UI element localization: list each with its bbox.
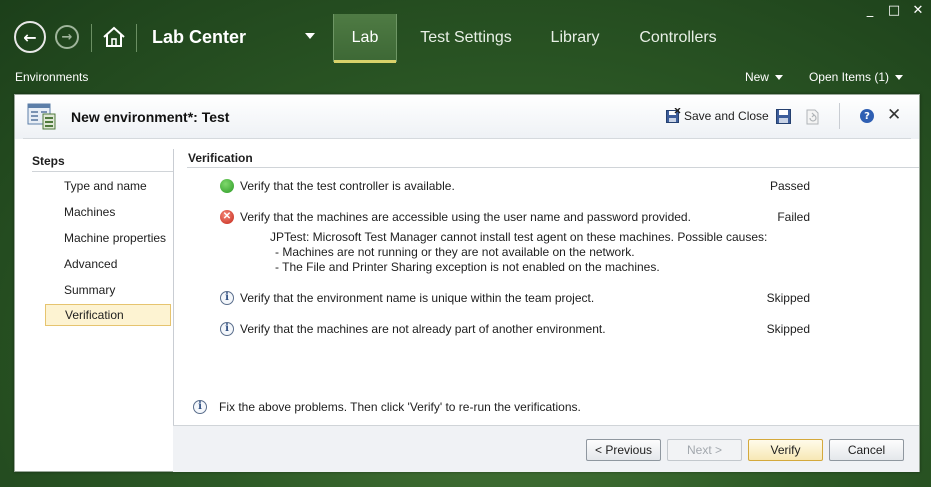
info-skipped-icon: i bbox=[220, 291, 234, 305]
tab-label: Library bbox=[550, 29, 600, 46]
content-title: Verification bbox=[188, 151, 253, 165]
failure-detail-line: JPTest: Microsoft Test Manager cannot in… bbox=[270, 230, 768, 244]
verification-status: Failed bbox=[777, 210, 810, 224]
verification-status: Skipped bbox=[766, 322, 810, 336]
error-failed-icon: ✕ bbox=[220, 210, 234, 224]
top-navigation: ← → Lab Center Lab Test Settings Library… bbox=[0, 0, 931, 64]
verification-text: Verify that the machines are accessible … bbox=[240, 210, 691, 224]
verification-text: Verify that the environment name is uniq… bbox=[240, 291, 595, 305]
home-button[interactable] bbox=[102, 25, 126, 49]
tab-label: Controllers bbox=[639, 29, 717, 46]
open-items-label: Open Items (1) bbox=[808, 70, 889, 84]
verification-text: Verify that the machines are not already… bbox=[240, 322, 606, 336]
verification-row: ✕ Verify that the machines are accessibl… bbox=[220, 210, 810, 228]
chevron-down-icon bbox=[895, 75, 903, 81]
refresh-button[interactable] bbox=[805, 109, 821, 125]
info-skipped-icon: i bbox=[220, 322, 234, 336]
nav-divider bbox=[91, 24, 92, 52]
environment-icon bbox=[27, 102, 57, 130]
verify-button[interactable]: Verify bbox=[748, 439, 823, 461]
new-environment-dialog: New environment*: Test Save and Close ? … bbox=[14, 94, 920, 472]
new-menu[interactable]: New bbox=[745, 70, 783, 84]
toolbar-divider bbox=[839, 103, 840, 129]
help-button[interactable]: ? bbox=[860, 109, 874, 123]
tab-label: Lab bbox=[351, 29, 379, 46]
step-type-and-name[interactable]: Type and name bbox=[45, 175, 171, 197]
step-machine-properties[interactable]: Machine properties bbox=[45, 227, 171, 249]
step-advanced[interactable]: Advanced bbox=[45, 253, 171, 275]
save-and-close-label: Save and Close bbox=[684, 108, 769, 123]
failure-detail-line: - The File and Printer Sharing exception… bbox=[275, 260, 660, 274]
previous-button[interactable]: < Previous bbox=[586, 439, 661, 461]
check-passed-icon bbox=[220, 179, 234, 193]
nav-divider bbox=[136, 24, 137, 52]
next-button[interactable]: Next > bbox=[667, 439, 742, 461]
verification-row: i Verify that the environment name is un… bbox=[220, 291, 810, 309]
info-icon: i bbox=[193, 400, 207, 414]
home-icon bbox=[103, 26, 125, 47]
chevron-down-icon bbox=[774, 75, 783, 81]
close-icon: ✕ bbox=[887, 105, 902, 125]
new-menu-label: New bbox=[744, 70, 769, 84]
step-verification[interactable]: Verification bbox=[45, 304, 171, 326]
verification-status: Skipped bbox=[766, 291, 810, 305]
arrow-left-icon: ← bbox=[23, 27, 37, 47]
tab-test-settings[interactable]: Test Settings bbox=[408, 14, 524, 62]
verification-row: Verify that the test controller is avail… bbox=[220, 179, 810, 197]
save-close-icon bbox=[666, 108, 681, 123]
help-icon: ? bbox=[864, 110, 870, 122]
tab-controllers[interactable]: Controllers bbox=[630, 14, 726, 62]
cancel-button[interactable]: Cancel bbox=[829, 439, 904, 461]
tab-label: Test Settings bbox=[420, 29, 512, 46]
environments-link[interactable]: Environments bbox=[15, 70, 88, 84]
failure-detail-line: - Machines are not running or they are n… bbox=[275, 245, 635, 259]
save-icon bbox=[776, 109, 791, 124]
arrow-right-icon: → bbox=[61, 29, 73, 45]
save-button[interactable] bbox=[776, 109, 792, 125]
verification-status: Passed bbox=[769, 179, 810, 193]
open-items-menu[interactable]: Open Items (1) bbox=[809, 70, 903, 84]
sub-navigation: Environments New Open Items (1) bbox=[0, 64, 931, 90]
content-divider bbox=[187, 167, 919, 168]
verification-text: Verify that the test controller is avail… bbox=[240, 179, 455, 193]
refresh-document-icon bbox=[806, 109, 819, 125]
hint-text: Fix the above problems. Then click 'Veri… bbox=[219, 400, 581, 414]
save-and-close-button[interactable]: Save and Close bbox=[666, 108, 769, 123]
dialog-button-bar: < Previous Next > Verify Cancel bbox=[173, 425, 919, 472]
center-switch-dropdown-icon[interactable] bbox=[305, 33, 315, 39]
failure-detail: JPTest: Microsoft Test Manager cannot in… bbox=[270, 230, 767, 275]
step-summary[interactable]: Summary bbox=[45, 279, 171, 301]
step-machines[interactable]: Machines bbox=[45, 201, 171, 223]
app-title: Lab Center bbox=[152, 27, 247, 47]
dialog-header: New environment*: Test Save and Close ? … bbox=[15, 95, 919, 139]
close-dialog-button[interactable]: ✕ bbox=[887, 105, 901, 125]
lab-center-window: _ □ ✕ ← → Lab Center Lab Test Settings L… bbox=[0, 0, 931, 487]
tab-library[interactable]: Library bbox=[540, 14, 610, 62]
header-divider bbox=[23, 138, 911, 139]
steps-title: Steps bbox=[32, 154, 65, 168]
back-button[interactable]: ← bbox=[14, 21, 46, 53]
steps-panel: Steps Type and name Machines Machine pro… bbox=[25, 149, 174, 465]
steps-divider bbox=[32, 171, 173, 172]
tab-lab[interactable]: Lab bbox=[333, 14, 397, 63]
verification-row: i Verify that the machines are not alrea… bbox=[220, 322, 810, 340]
forward-button[interactable]: → bbox=[55, 25, 79, 49]
dialog-title: New environment*: Test bbox=[71, 109, 230, 125]
